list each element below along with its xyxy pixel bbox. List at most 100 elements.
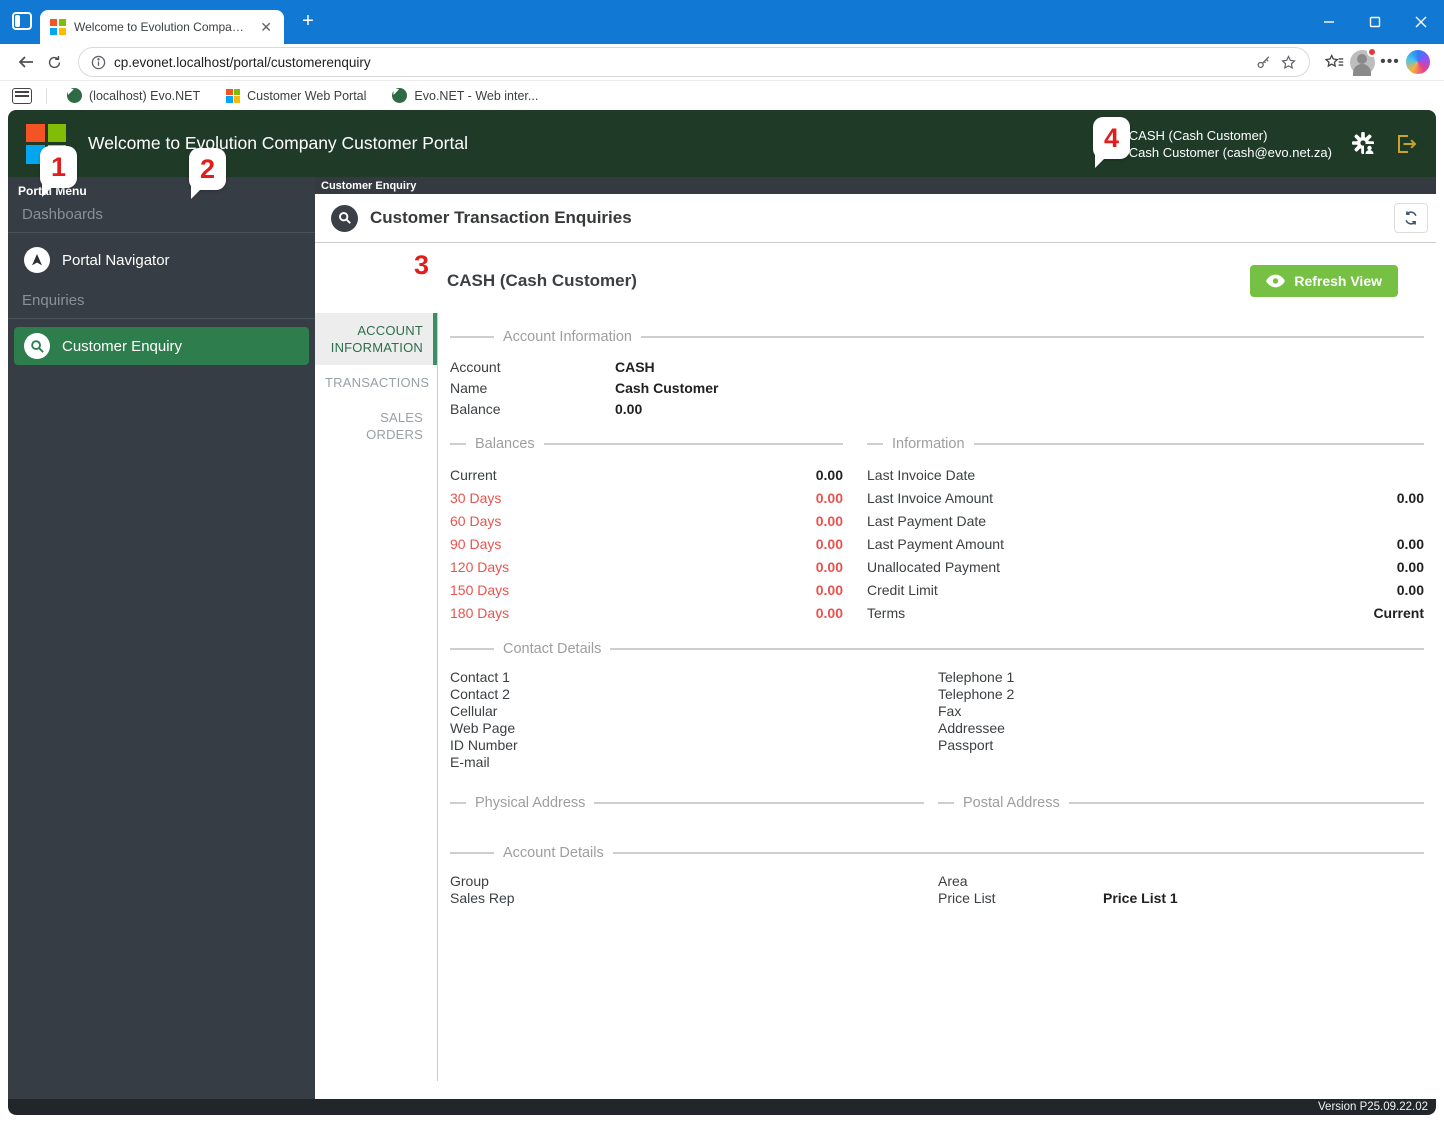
sales-rep-row: Sales Rep	[450, 890, 515, 906]
ms-favicon	[226, 88, 241, 103]
legend-physical-address: Physical Address	[450, 795, 924, 811]
name-row: Name Cash Customer	[450, 380, 719, 396]
main-header: Customer Transaction Enquiries	[315, 194, 1436, 243]
balance-150days-row: 150 Days 0.00	[450, 582, 843, 598]
balance-row: Balance 0.00	[450, 401, 643, 417]
tab-account-information[interactable]: ACCOUNT INFORMATION	[315, 313, 437, 365]
tab-close-icon[interactable]: ✕	[256, 18, 276, 36]
logged-in-user: CASH (Cash Customer) Cash Customer (cash…	[1129, 127, 1332, 161]
id-number-label: ID Number	[450, 737, 518, 753]
tab-transactions[interactable]: TRANSACTIONS	[315, 365, 437, 400]
browser-menu-icon[interactable]: •••	[1376, 48, 1404, 76]
navigator-icon	[24, 247, 50, 273]
legend-contact-details: Contact Details	[450, 641, 1424, 657]
web-page-label: Web Page	[450, 720, 516, 736]
annotation-badge-4: 4	[1093, 117, 1130, 168]
favorites-bar-icon[interactable]	[1320, 48, 1348, 76]
logout-icon[interactable]	[1394, 132, 1418, 156]
browser-titlebar: Welcome to Evolution Company C ✕ +	[0, 0, 1444, 44]
bookmark-evonet-web[interactable]: Evo.NET - Web inter...	[386, 85, 544, 106]
back-icon[interactable]	[12, 48, 40, 76]
password-key-icon[interactable]	[1255, 54, 1272, 71]
price-list-row: Price List Price List 1	[938, 890, 1178, 906]
customer-heading: CASH (Cash Customer)	[447, 271, 637, 290]
sidebar-section-enquiries: Enquiries	[8, 287, 315, 319]
profile-alert-dot	[1366, 46, 1377, 57]
cellular-label: Cellular	[450, 703, 498, 719]
last-payment-amount-row: Last Payment Amount 0.00	[867, 536, 1424, 552]
user-email-line: Cash Customer (cash@evo.net.za)	[1128, 144, 1332, 160]
last-invoice-amount-row: Last Invoice Amount 0.00	[867, 490, 1424, 506]
sidebar-item-customer-enquiry[interactable]: Customer Enquiry	[14, 327, 309, 365]
account-information-panel: Account Information Account CASH Name Cash…	[437, 313, 1436, 1081]
portal-title: Welcome to Evolution Company Customer Po…	[88, 133, 468, 153]
window-minimize-button[interactable]	[1306, 0, 1352, 44]
sidebar-item-portal-navigator[interactable]: Portal Navigator	[14, 241, 309, 279]
workspaces-icon[interactable]	[12, 12, 32, 30]
passport-label: Passport	[938, 737, 994, 753]
account-row: Account CASH	[450, 359, 655, 375]
bookmark-localhost-evonet[interactable]: (localhost) Evo.NET	[61, 85, 206, 106]
balance-current-row: Current 0.00	[450, 467, 843, 483]
main-area: Customer Enquiry Customer Transaction En…	[315, 177, 1436, 1099]
version-label: Version P25.09.22.02	[1318, 1101, 1428, 1113]
tab-favicon	[50, 19, 66, 35]
refresh-view-button[interactable]: Refresh View	[1250, 265, 1398, 297]
collections-icon[interactable]	[12, 87, 32, 104]
portal-page: Welcome to Evolution Company Customer Po…	[8, 110, 1436, 1115]
eye-icon	[1266, 274, 1286, 288]
window-close-button[interactable]	[1398, 0, 1444, 44]
copilot-icon[interactable]	[1404, 48, 1432, 76]
bookmark-customer-web-portal[interactable]: Customer Web Portal	[220, 86, 372, 106]
new-tab-button[interactable]: +	[296, 10, 320, 34]
vertical-tabs: ACCOUNT INFORMATION TRANSACTIONS SALES O…	[315, 313, 437, 1081]
annotation-badge-1: 1	[40, 146, 77, 197]
legend-account-information: Account Information	[450, 329, 1424, 345]
area-row: Area	[938, 873, 968, 889]
version-footer: Version P25.09.22.02	[8, 1099, 1436, 1115]
evo-favicon	[392, 88, 408, 103]
browser-tab[interactable]: Welcome to Evolution Company C ✕	[40, 10, 284, 44]
account-settings-icon[interactable]	[1350, 131, 1376, 157]
balance-60days-row: 60 Days 0.00	[450, 513, 843, 529]
terms-row: Terms Current	[867, 605, 1424, 621]
annotation-badge-2: 2	[189, 148, 226, 199]
user-account-line: CASH (Cash Customer)	[1128, 127, 1268, 143]
legend-account-details: Account Details	[450, 845, 1424, 861]
telephone1-label: Telephone 1	[938, 669, 1015, 685]
enquiry-search-icon	[24, 333, 50, 359]
fax-label: Fax	[938, 703, 962, 719]
favorite-star-icon[interactable]	[1280, 54, 1297, 71]
url-text[interactable]: cp.evonet.localhost/portal/customerenqui…	[114, 55, 1247, 70]
site-info-icon[interactable]	[91, 55, 106, 70]
address-bar[interactable]: cp.evonet.localhost/portal/customerenqui…	[78, 47, 1310, 77]
evo-favicon	[67, 88, 82, 103]
tab-title: Welcome to Evolution Company C	[74, 20, 249, 34]
sync-button[interactable]	[1394, 203, 1428, 233]
main-title: Customer Transaction Enquiries	[370, 208, 632, 227]
sidebar: Portal Menu Dashboards Portal Navigator …	[8, 177, 315, 1099]
browser-navbar: cp.evonet.localhost/portal/customerenqui…	[0, 44, 1444, 81]
window-maximize-button[interactable]	[1352, 0, 1398, 44]
sidebar-section-dashboards: Dashboards	[8, 201, 315, 233]
legend-information: Information	[867, 436, 1424, 452]
email-label: E-mail	[450, 754, 490, 770]
last-invoice-date-row: Last Invoice Date	[867, 467, 976, 483]
bookmark-separator	[46, 87, 47, 104]
legend-balances: Balances	[450, 436, 843, 452]
contact2-label: Contact 2	[450, 686, 510, 702]
balance-90days-row: 90 Days 0.00	[450, 536, 843, 552]
balance-120days-row: 120 Days 0.00	[450, 559, 843, 575]
search-icon	[331, 204, 358, 232]
legend-postal-address: Postal Address	[938, 795, 1424, 811]
unallocated-payment-row: Unallocated Payment 0.00	[867, 559, 1424, 575]
contact1-label: Contact 1	[450, 669, 510, 685]
balance-180days-row: 180 Days 0.00	[450, 605, 843, 621]
profile-avatar[interactable]	[1348, 46, 1377, 76]
annotation-badge-3: 3	[403, 244, 440, 295]
bookmarks-bar: (localhost) Evo.NET Customer Web Portal …	[0, 81, 1444, 110]
telephone2-label: Telephone 2	[938, 686, 1015, 702]
module-strip: Customer Enquiry	[315, 177, 1436, 194]
refresh-icon[interactable]	[40, 48, 68, 76]
tab-sales-orders[interactable]: SALES ORDERS	[315, 400, 437, 452]
